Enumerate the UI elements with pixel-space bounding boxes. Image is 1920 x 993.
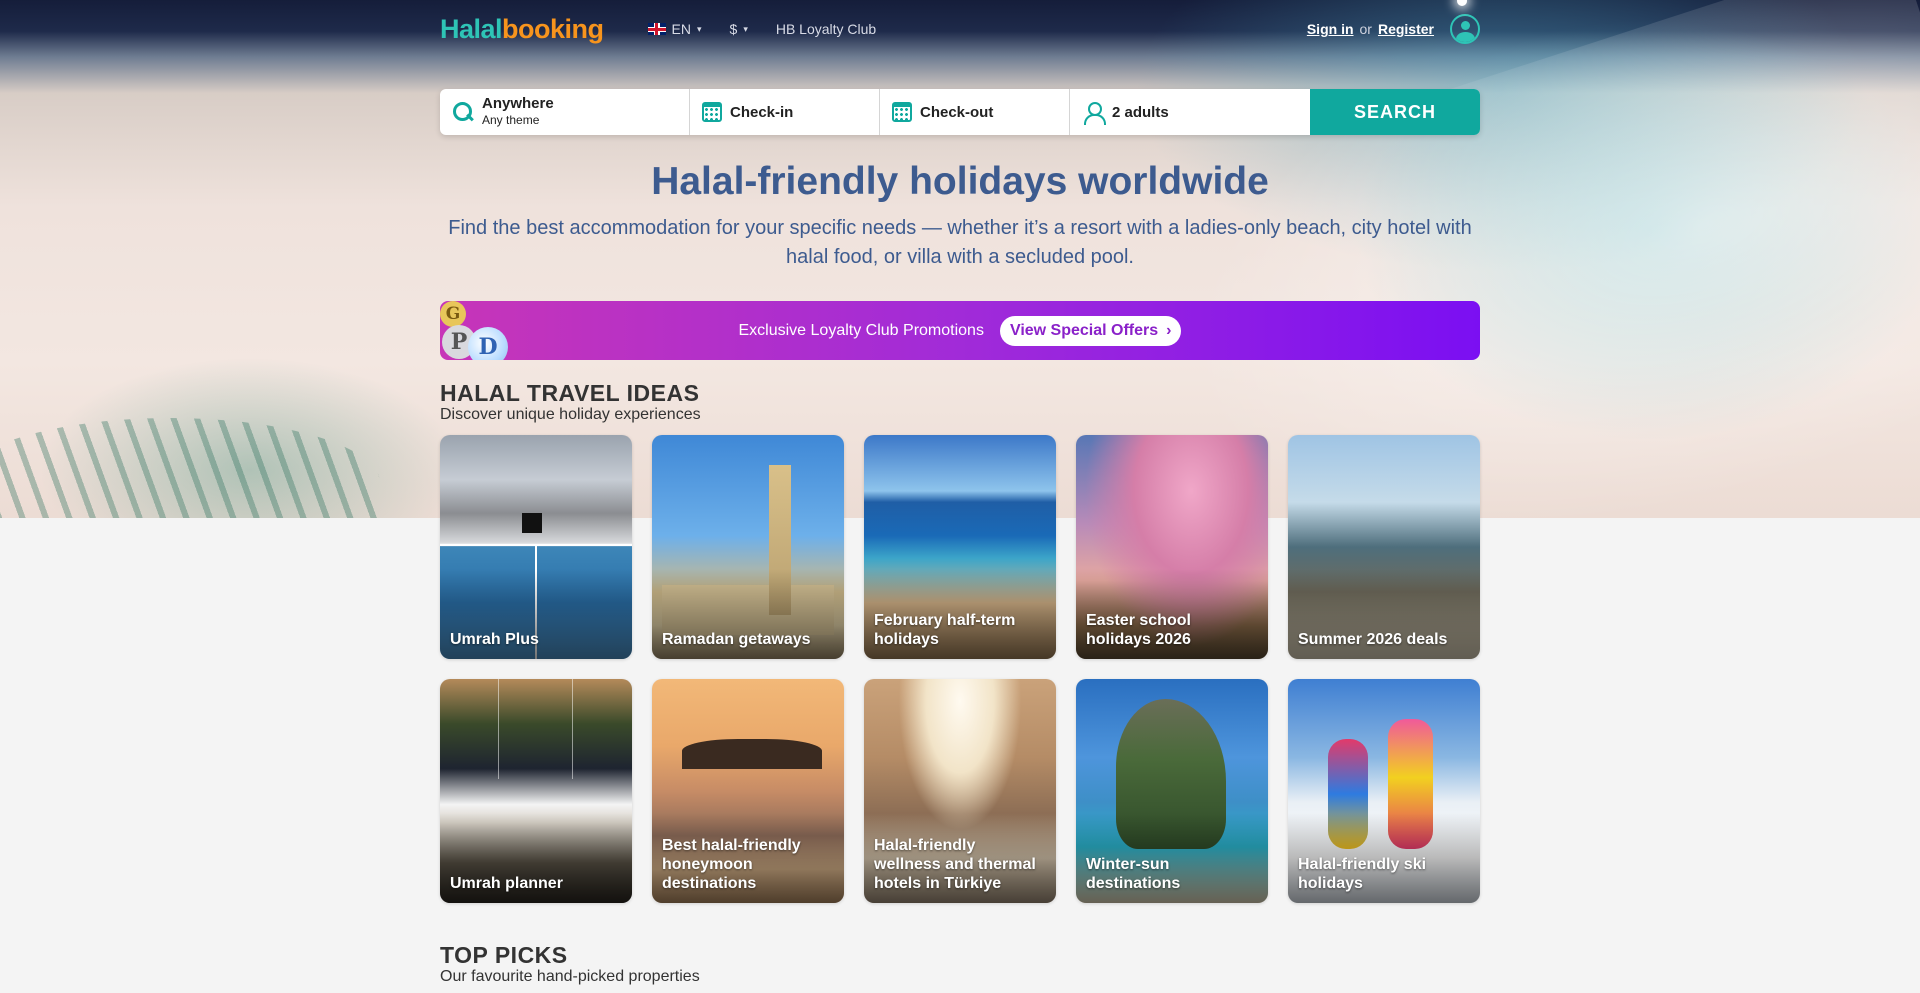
promo-text: Exclusive Loyalty Club Promotions [738, 321, 984, 339]
diamond-coin-icon: D [468, 327, 508, 360]
card-label: Best halal-friendly honeymoon destinatio… [662, 837, 801, 892]
check-in-field[interactable]: Check-in [690, 89, 880, 135]
logo-part2: booking [502, 13, 604, 44]
gold-coin-icon: G [440, 301, 466, 327]
loyalty-club-link[interactable]: HB Loyalty Club [776, 21, 876, 37]
top-picks-title: TOP PICKS [440, 942, 568, 968]
currency-selector[interactable]: $ ▾ [730, 21, 748, 37]
uk-flag-icon [647, 23, 666, 35]
travel-idea-card[interactable]: Best halal-friendly honeymoon destinatio… [652, 679, 844, 903]
card-label: Summer 2026 deals [1298, 631, 1448, 648]
language-selector[interactable]: EN ▾ [647, 21, 702, 37]
travel-idea-card[interactable]: Winter-sun destinations [1076, 679, 1268, 903]
auth-links: Sign in or Register [1307, 14, 1480, 44]
theme-value: Any theme [482, 113, 540, 127]
card-label: Winter-sun destinations [1086, 856, 1181, 892]
destination-value: Anywhere [482, 95, 554, 112]
view-special-offers-label: View Special Offers [1009, 321, 1159, 339]
caret-down-icon: ▾ [743, 23, 748, 34]
sign-in-link[interactable]: Sign in [1307, 21, 1354, 37]
travel-idea-card[interactable]: February half-term holidays [864, 435, 1056, 659]
caret-down-icon: ▾ [696, 23, 702, 34]
loyalty-coins-graphic: G P D [440, 301, 512, 360]
guests-field[interactable]: 2 adults [1070, 89, 1310, 135]
check-out-field[interactable]: Check-out [880, 89, 1070, 135]
hero-title: Halal-friendly holidays worldwide [651, 160, 1269, 203]
travel-idea-card[interactable]: Umrah planner [440, 679, 632, 903]
user-icon [1082, 101, 1106, 125]
destination-field[interactable]: Anywhere Any theme [440, 89, 690, 135]
travel-idea-card[interactable]: Umrah Plus [440, 435, 632, 659]
hero-subtitle: Find the best accommodation for your spe… [448, 217, 1472, 268]
search-icon [452, 101, 474, 123]
loyalty-promo-banner[interactable]: G P D Exclusive Loyalty Club Promotions … [440, 301, 1480, 360]
travel-ideas-grid: Umrah Plus Ramadan getaways February hal… [440, 435, 1480, 903]
register-link[interactable]: Register [1378, 21, 1434, 37]
kaaba-image [522, 513, 542, 533]
card-label: Umrah Plus [450, 631, 539, 648]
water-villa-image [682, 739, 822, 769]
card-label: February half-term holidays [874, 612, 1016, 648]
calendar-icon [892, 102, 912, 122]
user-avatar-icon[interactable] [1450, 14, 1480, 44]
card-label: Ramadan getaways [662, 631, 811, 648]
view-special-offers-button[interactable]: View Special Offers › [999, 315, 1182, 346]
search-bar: Anywhere Any theme Check-in Check-out 2 … [440, 89, 1480, 135]
travel-idea-card[interactable]: Ramadan getaways [652, 435, 844, 659]
header-nav: EN ▾ $ ▾ HB Loyalty Club [647, 21, 876, 37]
check-in-label: Check-in [730, 103, 794, 121]
travel-idea-card[interactable]: Halal-friendly ski holidays [1288, 679, 1480, 903]
check-out-label: Check-out [920, 103, 994, 121]
search-button[interactable]: SEARCH [1310, 89, 1480, 135]
card-label: Halal-friendly ski holidays [1298, 856, 1427, 892]
guests-value: 2 adults [1112, 103, 1169, 121]
travel-idea-card[interactable]: Halal-friendly wellness and thermal hote… [864, 679, 1056, 903]
card-label: Umrah planner [450, 875, 563, 892]
palm-shadow [0, 418, 380, 518]
travel-ideas-title: HALAL TRAVEL IDEAS [440, 380, 700, 406]
calendar-icon [702, 102, 722, 122]
card-label: Halal-friendly wellness and thermal hote… [874, 837, 1036, 892]
chevron-right-icon: › [1166, 321, 1172, 339]
logo-part1: Halal [440, 13, 503, 44]
currency-label: $ [729, 21, 738, 37]
top-header: Halalbooking EN ▾ $ ▾ HB Loyalty Club Si… [440, 0, 1480, 58]
language-label: EN [671, 21, 691, 37]
logo[interactable]: Halalbooking [440, 14, 604, 45]
travel-idea-card[interactable]: Easter school holidays 2026 [1076, 435, 1268, 659]
or-text: or [1359, 21, 1372, 37]
top-picks-subtitle: Our favourite hand-picked properties [440, 968, 700, 985]
travel-idea-card[interactable]: Summer 2026 deals [1288, 435, 1480, 659]
card-label: Easter school holidays 2026 [1086, 612, 1191, 648]
travel-ideas-subtitle: Discover unique holiday experiences [440, 406, 701, 423]
